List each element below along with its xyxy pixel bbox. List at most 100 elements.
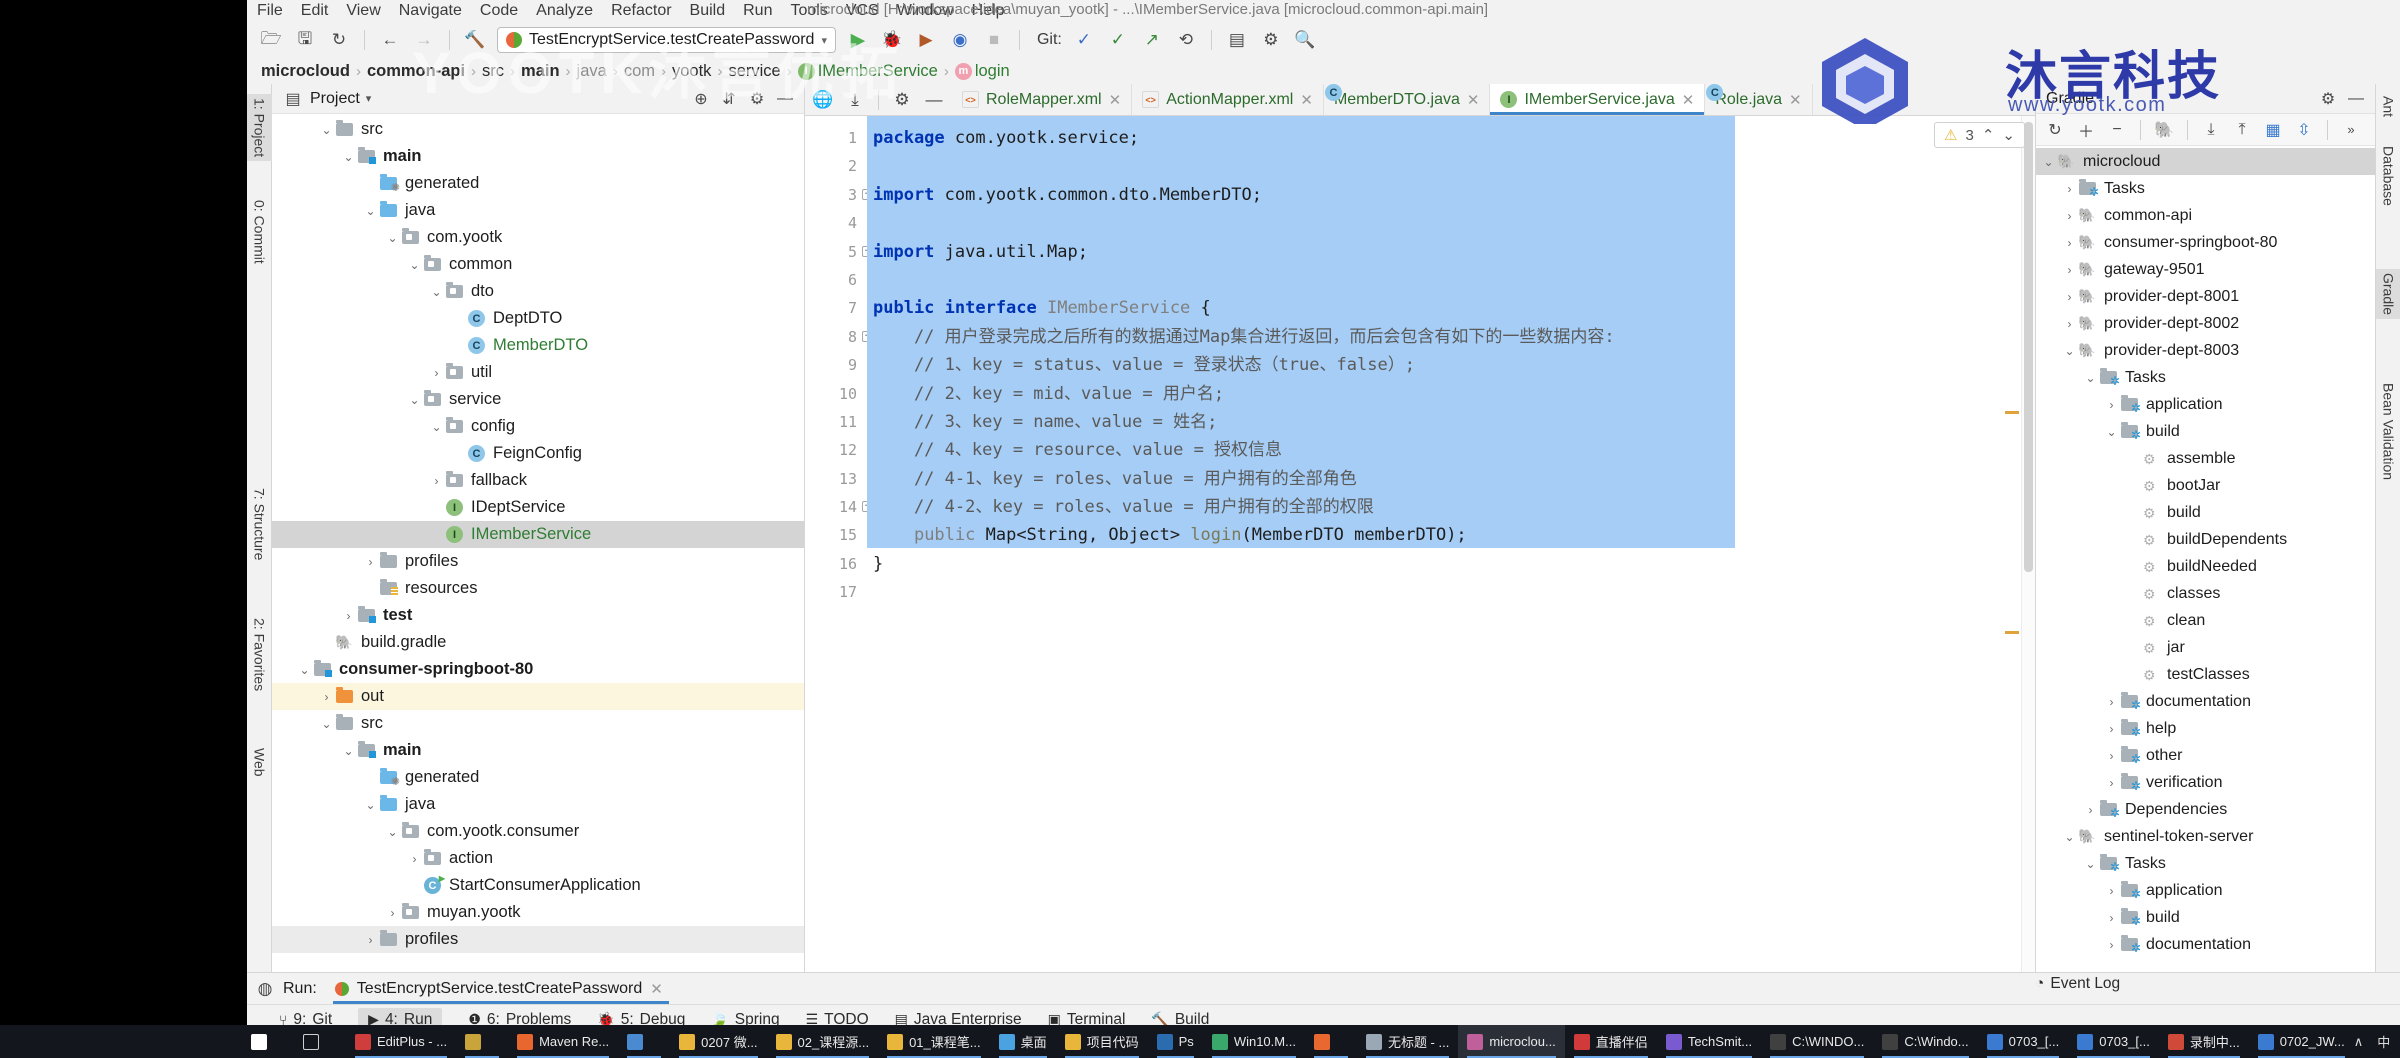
editor-gutter[interactable]: 123−45−678−91011121314−151617 [805, 116, 873, 972]
chevron-right-icon[interactable]: › [2061, 236, 2078, 250]
code-area[interactable]: package com.yootk.service; import com.yo… [867, 116, 2035, 972]
panel-settings-icon[interactable]: ⚙ [746, 88, 768, 110]
code-line[interactable] [867, 209, 2035, 237]
tree-row[interactable]: › profiles [272, 926, 804, 953]
chevron-right-icon[interactable]: › [2082, 803, 2099, 817]
taskbar-item[interactable] [1305, 1025, 1357, 1058]
code-line[interactable]: // 2、key = mid、value = 用户名; [867, 380, 2035, 408]
breadcrumb-item-service[interactable]: service [728, 62, 780, 81]
tool-window-button-git[interactable]: ⑂ 9: Git [279, 1011, 332, 1026]
breadcrumb-item-login[interactable]: m login [954, 62, 1010, 81]
taskbar-item[interactable]: EditPlus - ... [346, 1025, 456, 1058]
code-line[interactable]: // 4-1、key = roles、value = 用户拥有的全部角色 [867, 465, 2035, 493]
search-everywhere-icon[interactable]: 🔍 [1293, 28, 1317, 52]
locate-file-icon[interactable]: ⊕ [690, 88, 712, 110]
run-tab[interactable]: TestEncryptService.testCreatePassword ✕ [332, 973, 669, 1004]
tree-row[interactable]: C DeptDTO [272, 305, 804, 332]
code-content[interactable]: package com.yootk.service; import com.yo… [867, 116, 2035, 607]
close-icon[interactable]: ✕ [1109, 91, 1122, 109]
debug-icon[interactable]: 🐞 [880, 28, 904, 52]
close-icon[interactable]: ✕ [1467, 91, 1480, 109]
back-arrow-icon[interactable]: ← [378, 28, 402, 52]
sync-icon[interactable]: ↻ [327, 28, 351, 52]
tree-row[interactable]: ⌄ config [272, 413, 804, 440]
code-line[interactable]: // 4-2、key = roles、value = 用户拥有的全部的权限 [867, 493, 2035, 521]
editor-tab[interactable]: <> RoleMapper.xml ✕ [952, 84, 1133, 115]
breadcrumb-item-yootk[interactable]: yootk [672, 62, 711, 81]
gradle-elephant-icon[interactable]: 🐘 [2153, 119, 2175, 141]
taskbar-item[interactable]: 0702_JW... [2249, 1025, 2354, 1058]
chevron-right-icon[interactable]: › [362, 933, 379, 947]
chevron-right-icon[interactable]: › [2061, 263, 2078, 277]
expand-all-icon[interactable]: ⤓ [2200, 119, 2222, 141]
tool-window-button-build[interactable]: 🔨 Build [1151, 1011, 1209, 1026]
inspection-widget[interactable]: ⚠ 3 ⌃ ⌄ [1934, 122, 2025, 148]
tree-row[interactable]: › other [2036, 742, 2375, 769]
breadcrumb-item-com[interactable]: com [624, 62, 655, 81]
more-icon[interactable]: » [2340, 119, 2362, 141]
module-icon[interactable]: ▦ [2262, 119, 2284, 141]
chevron-down-icon[interactable]: ⌄ [2082, 371, 2099, 385]
chevron-right-icon[interactable]: › [340, 609, 357, 623]
forward-arrow-icon[interactable]: → [412, 28, 436, 52]
tool-window-button-java-enterprise[interactable]: ▤ Java Enterprise [895, 1011, 1022, 1026]
tree-row[interactable]: ⌄ java [272, 791, 804, 818]
rail-item-commit[interactable]: 0: Commit [247, 196, 272, 268]
chevron-right-icon[interactable]: › [2061, 290, 2078, 304]
git-push-icon[interactable]: ↗ [1140, 28, 1164, 52]
refresh-icon[interactable]: ↻ [2044, 119, 2066, 141]
rail-item-web[interactable]: Web [247, 744, 272, 781]
tree-row[interactable]: ⌄ main [272, 143, 804, 170]
minus-icon[interactable]: − [2106, 119, 2128, 141]
tree-row[interactable]: › application [2036, 391, 2375, 418]
project-view-icon[interactable]: ▤ [282, 88, 304, 110]
tree-row[interactable]: › fallback [272, 467, 804, 494]
chevron-down-icon[interactable]: ⌄ [428, 420, 445, 434]
tool-window-button-todo[interactable]: ☰ TODO [806, 1011, 869, 1026]
git-commit-icon[interactable]: ✓ [1106, 28, 1130, 52]
tray-chevron-icon[interactable]: ∧ [2354, 1034, 2364, 1050]
rail-item-structure[interactable]: 7: Structure [247, 484, 272, 564]
chevron-down-icon[interactable]: ⌄ [384, 231, 401, 245]
chevron-right-icon[interactable]: › [2061, 209, 2078, 223]
rail-item-ant[interactable]: Ant [2376, 92, 2400, 121]
chevron-right-icon[interactable]: › [384, 906, 401, 920]
breadcrumb-item-imemberservice[interactable]: I IMemberService [797, 62, 938, 81]
tree-row[interactable]: ⚙ clean [2036, 607, 2375, 634]
stop-icon[interactable]: ■ [982, 28, 1006, 52]
tree-row[interactable]: › application [2036, 877, 2375, 904]
breadcrumb-item-common-api[interactable]: common-api [367, 62, 465, 81]
taskbar-item[interactable] [618, 1025, 670, 1058]
chevron-right-icon[interactable]: › [2103, 776, 2120, 790]
gradle-tree[interactable]: ⌄🐘microcloud›Tasks›🐘common-api›🐘consumer… [2036, 146, 2375, 972]
settings-gear-icon[interactable]: ⚙ [1259, 28, 1283, 52]
next-problem-icon[interactable]: ⌄ [2002, 126, 2015, 144]
tree-row[interactable]: › 🐘 consumer-springboot-80 [2036, 229, 2375, 256]
web-preview-icon[interactable]: 🌐 [811, 88, 835, 112]
code-line[interactable]: import com.yootk.common.dto.MemberDTO; [867, 181, 2035, 209]
chevron-right-icon[interactable]: › [2061, 182, 2078, 196]
tree-row[interactable]: › 🐘 common-api [2036, 202, 2375, 229]
code-line[interactable]: // 4、key = resource、value = 授权信息 [867, 436, 2035, 464]
code-line[interactable] [867, 152, 2035, 180]
tool-window-button-problems[interactable]: ❶ 6: Problems [468, 1011, 571, 1026]
breadcrumb-item-src[interactable]: src [482, 62, 504, 81]
taskbar-item[interactable]: 0703_[... [2068, 1025, 2159, 1058]
tree-row[interactable]: ⌄ 🐘 sentinel-token-server [2036, 823, 2375, 850]
tree-row[interactable]: › muyan.yootk [272, 899, 804, 926]
project-structure-icon[interactable]: ▤ [1225, 28, 1249, 52]
tree-row[interactable]: ⚙ buildDependents [2036, 526, 2375, 553]
tree-row[interactable]: ⚙ build [2036, 499, 2375, 526]
gradle-settings-icon[interactable]: ⚙ [2317, 88, 2339, 110]
open-folder-icon[interactable]: 🗁 [259, 28, 283, 52]
menu-navigate[interactable]: Navigate [399, 2, 462, 20]
chevron-right-icon[interactable]: › [318, 690, 335, 704]
tree-row[interactable]: › util [272, 359, 804, 386]
taskbar-item[interactable]: 0703_[... [1978, 1025, 2069, 1058]
task-view-button[interactable] [294, 1025, 346, 1058]
tree-row[interactable]: ⌄ src [272, 116, 804, 143]
taskbar-item[interactable]: 01_课程笔... [878, 1025, 990, 1058]
tree-row[interactable]: I IMemberService [272, 521, 804, 548]
chevron-down-icon[interactable]: ⌄ [384, 825, 401, 839]
tree-row[interactable]: › 🐘 provider-dept-8002 [2036, 310, 2375, 337]
